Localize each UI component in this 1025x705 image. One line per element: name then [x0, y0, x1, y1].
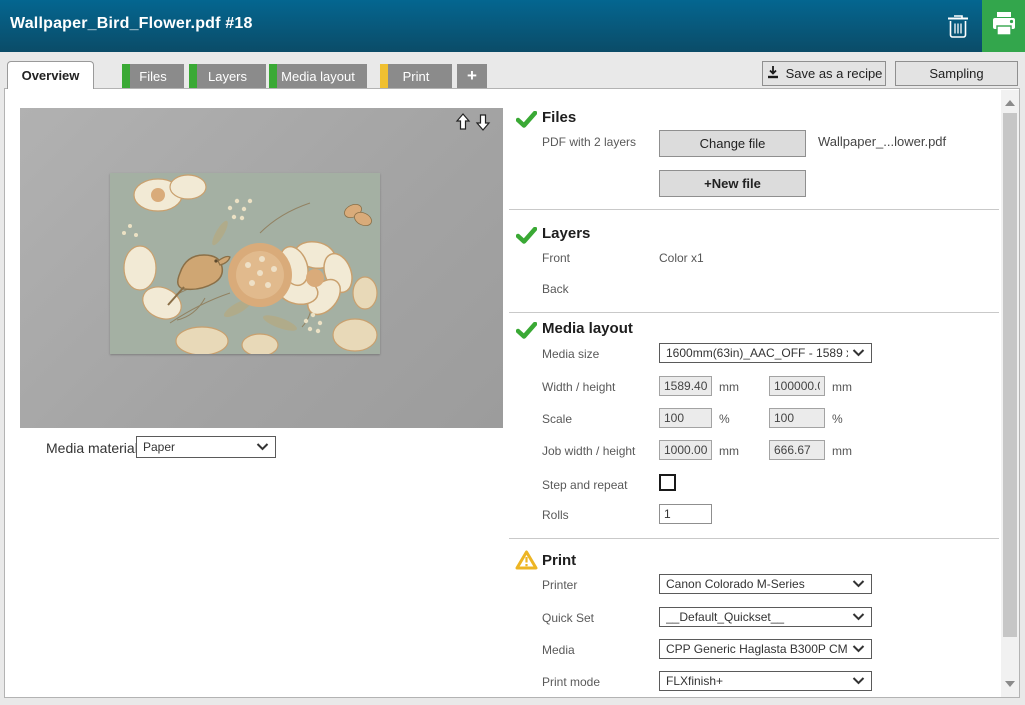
tab-files[interactable]: Files — [122, 64, 184, 88]
quick-set-select[interactable]: __Default_Quickset__ — [659, 607, 872, 627]
height-unit: mm — [832, 380, 852, 394]
printer-select[interactable]: Canon Colorado M-Series — [659, 574, 872, 594]
current-file-name: Wallpaper_...lower.pdf — [818, 134, 946, 149]
media-layout-section-title: Media layout — [542, 320, 633, 337]
front-label: Front — [542, 251, 570, 265]
layers-ok-check-icon — [516, 227, 537, 249]
job-title: Wallpaper_Bird_Flower.pdf #18 — [10, 15, 253, 33]
tab-layers-label: Layers — [208, 69, 247, 84]
width-unit: mm — [719, 380, 739, 394]
print-mode-value: FLXfinish+ — [666, 674, 848, 688]
sampling-button[interactable]: Sampling — [895, 61, 1018, 86]
width-height-label: Width / height — [542, 380, 615, 394]
section-divider — [509, 538, 999, 539]
files-ok-check-icon — [516, 111, 537, 133]
media-label: Media — [542, 643, 575, 657]
tab-layers[interactable]: Layers — [189, 64, 266, 88]
media-material-label: Media material — [46, 440, 138, 456]
change-file-label: Change file — [700, 136, 766, 151]
chevron-down-icon — [256, 443, 269, 451]
print-mode-label: Print mode — [542, 675, 600, 689]
chevron-down-icon — [852, 677, 865, 685]
step-and-repeat-checkbox[interactable] — [659, 474, 676, 491]
media-width-input[interactable] — [659, 376, 712, 396]
quick-set-value: __Default_Quickset__ — [666, 610, 848, 624]
print-button[interactable] — [982, 0, 1025, 52]
new-file-label: +New file — [704, 176, 761, 191]
tab-media-layout-status-stripe — [269, 64, 277, 88]
tab-media-layout[interactable]: Media layout — [269, 64, 367, 88]
chevron-down-icon — [852, 580, 865, 588]
media-size-select[interactable]: 1600mm(63in)_AAC_OFF - 1589 x 100000 — [659, 343, 872, 363]
tab-files-status-stripe — [122, 64, 130, 88]
media-select[interactable]: CPP Generic Haglasta B300P CMYKSS-AU- — [659, 639, 872, 659]
media-material-select[interactable]: Paper — [136, 436, 276, 458]
tab-layers-status-stripe — [189, 64, 197, 88]
print-mode-select[interactable]: FLXfinish+ — [659, 671, 872, 691]
preview-artwork — [110, 173, 380, 354]
files-section-title: Files — [542, 109, 576, 126]
media-material-value: Paper — [143, 440, 252, 454]
print-warning-icon — [515, 550, 538, 575]
save-as-recipe-label: Save as a recipe — [786, 66, 883, 81]
title-bar: Wallpaper_Bird_Flower.pdf #18 — [0, 0, 1025, 52]
media-size-value: 1600mm(63in)_AAC_OFF - 1589 x 100000 — [666, 346, 848, 360]
tab-print-status-stripe — [380, 64, 388, 88]
job-height-input[interactable] — [769, 440, 825, 460]
files-subtitle: PDF with 2 layers — [542, 135, 636, 149]
job-preview-area — [20, 108, 503, 428]
layers-section-title: Layers — [542, 225, 590, 242]
move-down-icon[interactable] — [475, 113, 491, 136]
overview-panel: Media material Paper Files PDF with 2 la… — [4, 88, 1020, 698]
scroll-down-icon[interactable] — [1005, 681, 1015, 687]
new-file-button[interactable]: +New file — [659, 170, 806, 197]
job-height-unit: mm — [832, 444, 852, 458]
section-divider — [509, 312, 999, 313]
scroll-up-icon[interactable] — [1005, 100, 1015, 106]
media-layout-ok-check-icon — [516, 322, 537, 344]
rolls-input[interactable] — [659, 504, 712, 524]
scrollbar-thumb[interactable] — [1003, 113, 1017, 637]
download-icon — [766, 65, 780, 82]
tab-overview[interactable]: Overview — [7, 61, 94, 89]
job-width-unit: mm — [719, 444, 739, 458]
media-value: CPP Generic Haglasta B300P CMYKSS-AU- — [666, 642, 848, 656]
tab-overview-label: Overview — [22, 68, 80, 83]
sampling-label: Sampling — [929, 66, 983, 81]
plus-icon: + — [467, 66, 477, 86]
vertical-scrollbar[interactable] — [1001, 90, 1019, 697]
printer-icon — [989, 9, 1019, 44]
scale-height-unit: % — [832, 412, 843, 426]
job-width-height-label: Job width / height — [542, 444, 635, 458]
chevron-down-icon — [852, 645, 865, 653]
media-height-input[interactable] — [769, 376, 825, 396]
tab-add-button[interactable]: + — [457, 64, 487, 88]
step-and-repeat-label: Step and repeat — [542, 478, 627, 492]
print-section-title: Print — [542, 552, 576, 569]
tab-files-label: Files — [139, 69, 166, 84]
move-up-icon[interactable] — [455, 113, 471, 136]
printer-label: Printer — [542, 578, 577, 592]
delete-job-button[interactable] — [945, 12, 973, 40]
media-size-label: Media size — [542, 347, 599, 361]
scale-height-input[interactable] — [769, 408, 825, 428]
scale-width-unit: % — [719, 412, 730, 426]
save-as-recipe-button[interactable]: Save as a recipe — [762, 61, 886, 86]
section-divider — [509, 209, 999, 210]
tab-print[interactable]: Print — [380, 64, 452, 88]
scale-width-input[interactable] — [659, 408, 712, 428]
tab-print-label: Print — [403, 69, 430, 84]
scale-label: Scale — [542, 412, 572, 426]
back-label: Back — [542, 282, 569, 296]
tab-media-layout-label: Media layout — [281, 69, 355, 84]
printer-value: Canon Colorado M-Series — [666, 577, 848, 591]
front-value: Color x1 — [659, 251, 704, 265]
chevron-down-icon — [852, 349, 865, 357]
rolls-label: Rolls — [542, 508, 569, 522]
quick-set-label: Quick Set — [542, 611, 594, 625]
job-width-input[interactable] — [659, 440, 712, 460]
trash-icon — [945, 27, 971, 44]
chevron-down-icon — [852, 613, 865, 621]
change-file-button[interactable]: Change file — [659, 130, 806, 157]
